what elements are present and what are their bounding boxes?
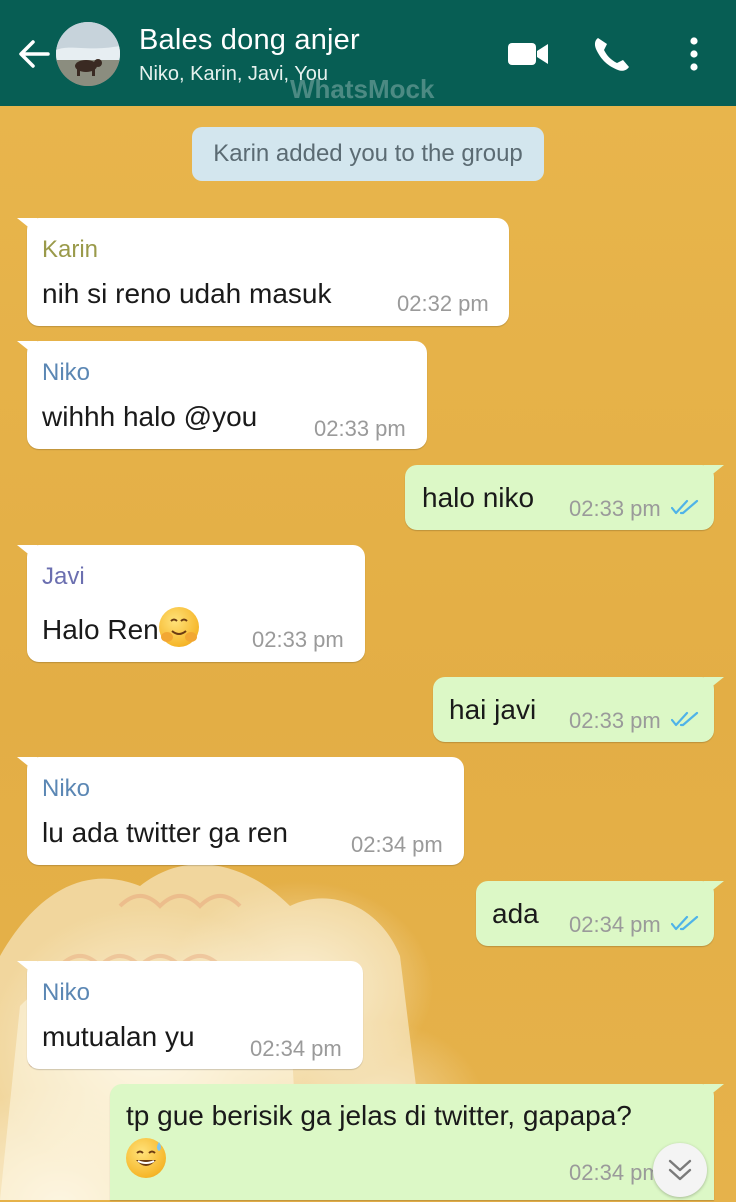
message-text: wihhh halo @you (42, 401, 258, 432)
video-call-icon[interactable] (506, 34, 550, 74)
message-bubble-outgoing[interactable]: ada 02:34 pm (476, 881, 724, 946)
bubble-tail (704, 677, 724, 693)
message-time: 02:34 pm (351, 832, 443, 857)
message-text: hai javi (449, 694, 537, 725)
chat-header: Bales dong anjer Niko, Karin, Javi, You … (0, 0, 736, 106)
message-bubble-outgoing[interactable]: hai javi 02:33 pm (433, 677, 724, 742)
more-options-icon[interactable] (672, 34, 716, 74)
sender-name: Niko (42, 359, 91, 386)
message-time: 02:34 pm (569, 912, 661, 937)
message-text-wrap: Halo Ren (42, 607, 199, 647)
message-text: lu ada twitter ga ren (42, 817, 288, 848)
bubble-tail (17, 961, 37, 977)
message-bubble-incoming[interactable]: Niko mutualan yu 02:34 pm (17, 961, 363, 1069)
message-text: Halo Ren (42, 614, 159, 645)
message-time: 02:33 pm (252, 627, 344, 652)
message-bubble-incoming[interactable]: Niko wihhh halo @you 02:33 pm (17, 341, 427, 449)
message-bubble-outgoing[interactable]: halo niko 02:33 pm (405, 465, 724, 530)
message-text: halo niko (422, 482, 535, 513)
chevron-double-down-icon (668, 1159, 692, 1181)
message-bubble-outgoing[interactable]: tp gue berisik ga jelas di twitter, gapa… (110, 1084, 724, 1200)
message-time: 02:34 pm (569, 1160, 661, 1185)
bubble-tail (17, 545, 37, 561)
message-bubble-incoming[interactable]: Karin nih si reno udah masuk 02:32 pm (17, 218, 509, 326)
bubble-tail (704, 1084, 724, 1100)
bubble-tail (704, 465, 724, 481)
bubble-tail (17, 218, 37, 234)
read-ticks-icon (671, 711, 699, 727)
message-text: tp gue berisik ga jelas di twitter, gapa… (126, 1100, 632, 1131)
sender-name: Niko (42, 775, 91, 802)
back-arrow-icon[interactable] (14, 34, 54, 74)
group-avatar[interactable] (56, 22, 120, 86)
sender-name: Niko (42, 979, 91, 1006)
message-time: 02:33 pm (569, 496, 661, 521)
message-text: mutualan yu (42, 1021, 195, 1052)
phone-call-icon[interactable] (590, 34, 634, 74)
read-ticks-icon (671, 915, 699, 931)
message-time: 02:33 pm (314, 416, 406, 441)
read-ticks-icon (671, 499, 699, 515)
message-time: 02:33 pm (569, 708, 661, 733)
watermark: WhatsMock (290, 74, 435, 104)
message-time: 02:32 pm (397, 291, 489, 316)
grinning-face-with-sweat-emoji (126, 1138, 166, 1178)
sender-name: Karin (42, 236, 99, 263)
message-bubble-incoming[interactable]: Javi Halo Ren 02:33 pm (17, 545, 365, 662)
bubble-tail (17, 341, 37, 357)
message-time: 02:34 pm (250, 1036, 342, 1061)
system-notice: Karin added you to the group (192, 127, 544, 181)
hugging-face-emoji (158, 607, 199, 647)
bubble-tail (17, 757, 37, 773)
bubble-tail (704, 881, 724, 897)
message-bubble-incoming[interactable]: Niko lu ada twitter ga ren 02:34 pm (17, 757, 464, 865)
chat-title[interactable]: Bales dong anjer (139, 24, 360, 57)
sender-name: Javi (42, 563, 85, 590)
message-text: nih si reno udah masuk (42, 278, 332, 309)
message-text: ada (492, 898, 539, 929)
scroll-to-bottom-button[interactable] (653, 1143, 707, 1197)
